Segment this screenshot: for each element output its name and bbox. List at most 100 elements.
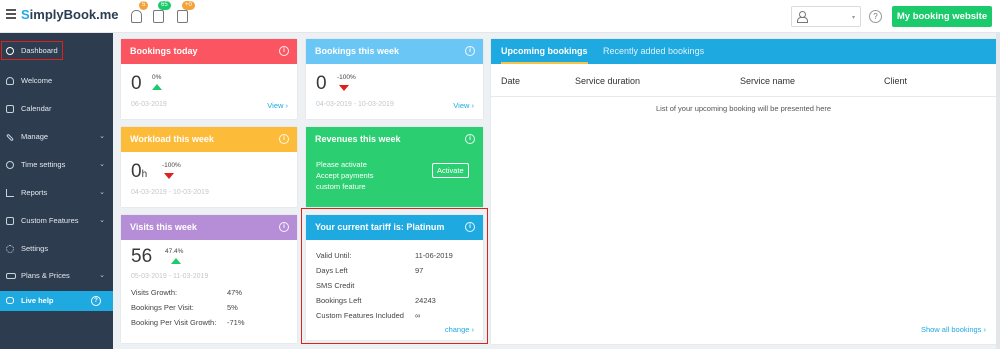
chat-icon [6, 297, 14, 304]
workload-number: 0 [131, 161, 142, 182]
sidebar-item-plans-prices[interactable]: Plans & Prices ⌄ [0, 266, 113, 286]
sidebar-item-custom-features[interactable]: Custom Features ⌄ [0, 211, 113, 231]
calendar-icon [6, 105, 14, 113]
my-booking-website-button[interactable]: My booking website [892, 6, 992, 27]
activate-button[interactable]: Activate [432, 163, 469, 178]
trend-down-icon [164, 173, 174, 179]
sidebar-item-calendar[interactable]: Calendar [0, 99, 113, 119]
stat-value: 5% [227, 303, 238, 312]
bookings-tabs: Upcoming bookings Recently added booking… [491, 39, 996, 64]
sidebar: Dashboard Welcome Calendar Manage ⌄ Time… [0, 33, 113, 349]
info-icon[interactable]: i [465, 134, 475, 144]
revenues-line: Please activate [316, 160, 367, 169]
card-header: Bookings today i [121, 39, 297, 64]
card-header: Revenues this week i [306, 127, 483, 152]
bookings-week-date: 04-03-2019 - 10-03-2019 [316, 101, 394, 108]
chevron-down-icon: ⌄ [99, 189, 105, 196]
view-link[interactable]: View › [453, 101, 474, 110]
visits-week-card: Visits this week i 56 47.4% 05-03-2019 -… [121, 215, 297, 343]
stat-label: Booking Per Visit Growth: [131, 318, 217, 327]
bookings-panel: Upcoming bookings Recently added booking… [491, 39, 996, 344]
calendar-check-icon[interactable] [153, 10, 164, 23]
trend-up-icon [171, 258, 181, 264]
tab-recently-added-bookings[interactable]: Recently added bookings [603, 39, 704, 64]
sidebar-item-label: Settings [21, 244, 49, 253]
chevron-down-icon: ⌄ [99, 217, 105, 224]
info-icon[interactable]: i [279, 134, 289, 144]
sidebar-item-manage[interactable]: Manage ⌄ [0, 127, 113, 147]
card-title: Bookings today [130, 46, 198, 56]
info-icon[interactable]: i [465, 46, 475, 56]
clock-icon [6, 161, 14, 169]
bookings-week-value: 0 [316, 73, 327, 94]
sidebar-item-label: Welcome [21, 76, 53, 85]
logo-text: implyBook.me [29, 7, 119, 22]
chevron-down-icon: ⌄ [99, 161, 105, 168]
card-header: Bookings this week i [306, 39, 483, 64]
card-title: Workload this week [130, 134, 214, 144]
sidebar-item-reports[interactable]: Reports ⌄ [0, 183, 113, 203]
column-header[interactable]: Client [884, 76, 907, 86]
stat-label: Bookings Per Visit: [131, 303, 194, 312]
help-icon[interactable]: ? [869, 10, 882, 23]
card-header: Visits this week i [121, 215, 297, 240]
column-header[interactable]: Date [501, 76, 520, 86]
live-help-label: Live help [21, 296, 54, 305]
column-header[interactable]: Service duration [575, 76, 640, 86]
workload-date: 04-03-2019 - 10-03-2019 [131, 189, 209, 196]
workload-week-card: Workload this week i 0h -100% 04-03-2019… [121, 127, 297, 207]
info-icon[interactable]: i [279, 222, 289, 232]
bookings-week-card: Bookings this week i 0 -100% 04-03-2019 … [306, 39, 483, 119]
sidebar-item-label: Manage [21, 132, 49, 141]
sidebar-item-time-settings[interactable]: Time settings ⌄ [0, 155, 113, 175]
bookings-week-pct: -100% [337, 74, 356, 81]
menu-icon[interactable] [6, 9, 16, 19]
chart-icon [6, 189, 14, 197]
card-title: Bookings this week [315, 46, 400, 56]
card-header: Workload this week i [121, 127, 297, 152]
calendar-icon[interactable] [177, 10, 188, 23]
stat-label: Visits Growth: [131, 288, 178, 297]
view-link[interactable]: View › [267, 101, 288, 110]
trend-up-icon [152, 84, 162, 90]
money-icon [6, 273, 16, 279]
dashboard-highlight-frame [1, 41, 63, 60]
chevron-down-icon: ⌄ [99, 133, 105, 140]
tab-upcoming-bookings[interactable]: Upcoming bookings [501, 39, 588, 64]
visits-value: 56 [131, 246, 153, 267]
user-select[interactable]: ▾ [791, 6, 861, 27]
bell-icon[interactable] [131, 10, 142, 23]
chevron-down-icon: ⌄ [99, 272, 105, 279]
sidebar-item-label: Time settings [21, 160, 66, 169]
tariff-highlight-frame [301, 208, 488, 344]
logo[interactable]: SimplyBook.me [21, 7, 119, 22]
gift-icon [6, 217, 14, 225]
workload-pct: -100% [162, 162, 181, 169]
stat-value: -71% [227, 318, 245, 327]
empty-state-text: List of your upcoming booking will be pr… [655, 104, 832, 113]
revenues-line: Accept payments [316, 171, 374, 180]
card-title: Revenues this week [315, 134, 401, 144]
sidebar-item-label: Custom Features [21, 216, 79, 225]
workload-unit: h [141, 169, 148, 180]
column-header[interactable]: Service name [740, 76, 795, 86]
bookings-today-pct: 0% [152, 74, 162, 81]
notification-badge: 5 [139, 1, 149, 10]
visits-pct: 47.4% [165, 248, 184, 255]
info-icon[interactable]: i [279, 46, 289, 56]
sidebar-item-welcome[interactable]: Welcome [0, 71, 113, 91]
scrollbar[interactable] [996, 33, 1000, 349]
bookings-today-date: 06-03-2019 [131, 101, 167, 108]
help-icon: ? [91, 296, 101, 306]
show-all-bookings-link[interactable]: Show all bookings › [921, 325, 986, 334]
lightbulb-icon [6, 77, 14, 85]
sidebar-item-settings[interactable]: Settings [0, 239, 113, 259]
sidebar-item-label: Reports [21, 188, 48, 197]
top-bar: SimplyBook.me 5 65 +0 ▾ ? My booking web… [0, 0, 1000, 33]
revenues-line: custom feature [316, 182, 366, 191]
visits-date: 05-03-2019 - 11-03-2019 [131, 273, 209, 280]
divider [491, 96, 996, 97]
live-help-button[interactable]: Live help ? [0, 291, 113, 311]
trend-down-icon [339, 85, 349, 91]
sidebar-item-label: Calendar [21, 104, 52, 113]
